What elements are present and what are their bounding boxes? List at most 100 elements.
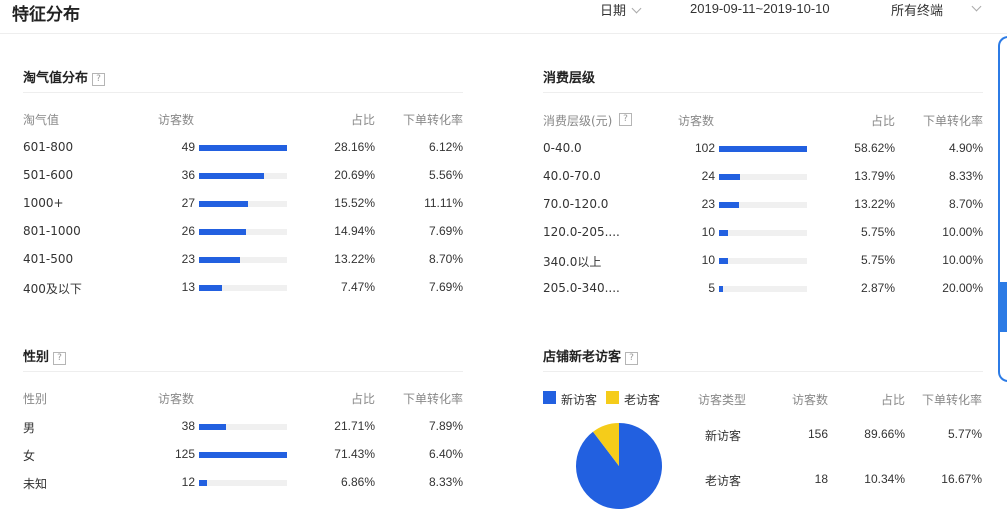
row-share: 58.62% [854, 141, 895, 155]
chevron-down-icon [971, 1, 982, 12]
legend-new-swatch [543, 391, 556, 404]
row-label: 401-500 [23, 252, 74, 266]
row-visitors: 125 [174, 447, 195, 461]
bar-fill [719, 258, 728, 264]
bar-fill [199, 173, 264, 179]
bar-fill [719, 230, 728, 236]
section-title-text: 店铺新老访客 [543, 350, 622, 365]
column-header: 性别 [23, 392, 48, 406]
row-label: 男 [23, 421, 36, 435]
bar-track [719, 286, 807, 292]
section-title-text: 消费层级 [543, 71, 596, 86]
row-visitors: 23 [181, 252, 195, 266]
bar-track [719, 146, 807, 152]
row-share: 13.79% [854, 169, 895, 183]
column-header: 占比 [880, 393, 905, 407]
chevron-down-icon [631, 3, 642, 14]
bar-fill [199, 201, 248, 207]
bar-track [199, 201, 287, 207]
row-visitors: 24 [701, 169, 715, 183]
column-header: 访客数 [158, 113, 195, 127]
bar-track [719, 258, 807, 264]
row-label: 120.0-205.... [543, 225, 620, 239]
column-header: 占比 [350, 113, 375, 127]
help-icon[interactable]: ? [625, 352, 639, 365]
row-share: 6.86% [340, 475, 375, 489]
top-bar: 特征分布 日期 2019-09-11~2019-10-10 所有终端 [0, 0, 1007, 34]
bar-track [719, 174, 807, 180]
row-conversion: 20.00% [942, 281, 983, 295]
section-title-text: 性别 [23, 350, 50, 365]
row-share: 89.66% [864, 427, 905, 441]
visitor-pie-chart [576, 423, 663, 509]
column-header: 访客数 [158, 392, 195, 406]
row-visitors: 13 [181, 280, 195, 294]
row-share: 15.52% [334, 196, 375, 210]
column-header: 占比 [350, 392, 375, 406]
terminal-dropdown[interactable]: 所有终端 [891, 0, 982, 19]
side-panel-tab-accent [1000, 282, 1007, 332]
row-conversion: 16.67% [941, 472, 982, 486]
help-icon[interactable]: ? [619, 113, 632, 126]
row-visitors: 26 [181, 224, 195, 238]
row-label: 340.0以上 [543, 255, 602, 269]
help-icon[interactable]: ? [92, 73, 106, 86]
row-visitors: 5 [708, 281, 715, 295]
row-conversion: 4.90% [948, 141, 983, 155]
row-share: 71.43% [334, 447, 375, 461]
row-visitors: 49 [181, 140, 195, 154]
bar-track [199, 285, 287, 291]
date-dropdown-label: 日期 [600, 4, 627, 19]
row-conversion: 6.40% [428, 447, 463, 461]
row-visitors: 38 [181, 419, 195, 433]
row-conversion: 7.69% [428, 280, 463, 294]
row-label: 400及以下 [23, 282, 82, 296]
bar-track [199, 173, 287, 179]
row-visitors: 10 [701, 225, 715, 239]
section-title-taoqi: 淘气值分布? [23, 67, 106, 86]
bar-fill [199, 229, 246, 235]
bar-fill [719, 286, 724, 292]
row-label: 501-600 [23, 168, 74, 182]
bar-track [719, 230, 807, 236]
row-conversion: 10.00% [942, 225, 983, 239]
row-label: 女 [23, 449, 36, 463]
column-header: 消费层级(元) [543, 114, 613, 128]
bar-fill [199, 424, 226, 430]
row-share: 28.16% [334, 140, 375, 154]
row-label: 1000+ [23, 196, 64, 210]
row-conversion: 8.70% [948, 197, 983, 211]
row-conversion: 8.33% [948, 169, 983, 183]
row-share: 7.47% [340, 280, 375, 294]
column-header: 下单转化率 [402, 392, 463, 406]
row-conversion: 7.69% [428, 224, 463, 238]
bar-fill [199, 257, 241, 263]
bar-track [199, 257, 287, 263]
row-label: 601-800 [23, 140, 74, 154]
row-conversion: 8.33% [428, 475, 463, 489]
row-visitors: 27 [181, 196, 195, 210]
row-visitors: 36 [181, 168, 195, 182]
column-header: 访客类型 [698, 393, 747, 407]
bar-track [719, 202, 807, 208]
bar-fill [199, 452, 287, 458]
column-header: 淘气值 [23, 113, 60, 127]
section-title-consumption: 消费层级 [543, 67, 595, 86]
row-share: 14.94% [334, 224, 375, 238]
row-conversion: 8.70% [428, 252, 463, 266]
bar-fill [719, 174, 740, 180]
legend-old-swatch [606, 391, 619, 404]
section-title-text: 淘气值分布 [23, 71, 89, 86]
bar-track [199, 424, 287, 430]
column-header: 访客数 [678, 114, 715, 128]
date-dropdown[interactable]: 日期 [600, 0, 642, 19]
section-title-gender: 性别? [23, 346, 67, 365]
help-icon[interactable]: ? [53, 352, 67, 365]
row-conversion: 10.00% [942, 253, 983, 267]
pie-slice-new-visitor[interactable] [576, 423, 663, 509]
bar-track [199, 480, 287, 486]
date-range-picker[interactable]: 2019-09-11~2019-10-10 [690, 1, 830, 16]
row-share: 10.34% [864, 472, 905, 486]
row-label: 205.0-340.... [543, 281, 620, 295]
page-title: 特征分布 [12, 5, 80, 25]
